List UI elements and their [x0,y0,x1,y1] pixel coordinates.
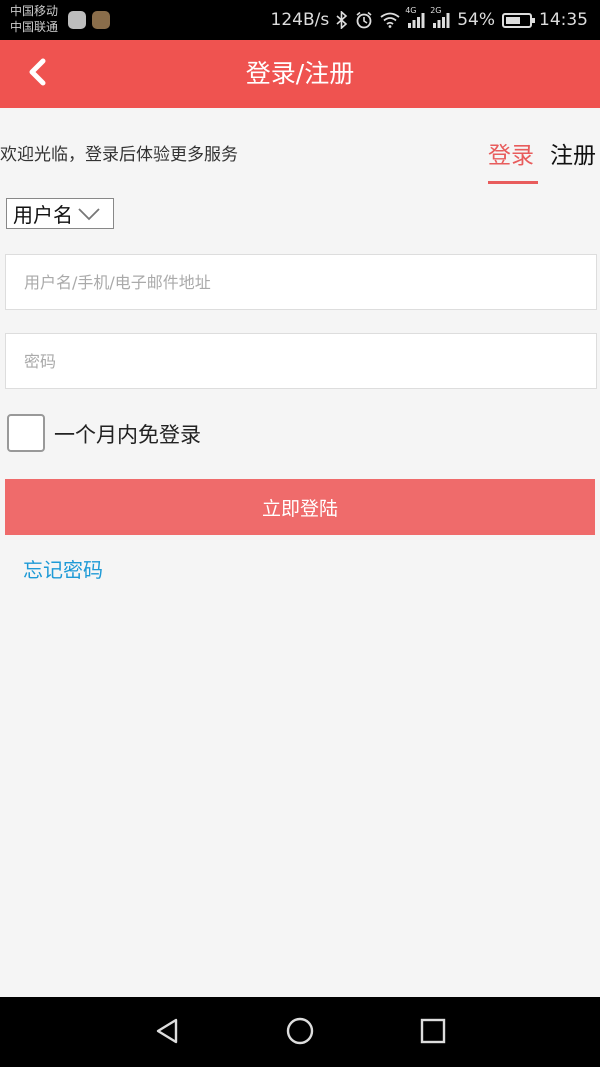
chevron-down-icon [77,202,101,226]
nav-back-button[interactable] [147,1013,187,1053]
bluetooth-icon [336,11,348,29]
username-input[interactable] [5,254,597,310]
signal-1-label: 4G [405,6,417,15]
system-nav-bar [0,997,600,1067]
recents-square-icon [420,1018,446,1048]
clock: 14:35 [539,10,588,30]
signal-icon: 2G [430,6,450,28]
chat-app-icon [68,11,86,29]
battery-percent: 54% [457,10,495,30]
nav-recents-button[interactable] [413,1013,453,1053]
remember-label: 一个月内免登录 [54,423,201,447]
game-app-icon [92,11,110,29]
status-bar: 中国移动 中国联通 124B/s 4G 2G 54% 14:35 [0,0,600,40]
carrier-1: 中国移动 [10,4,59,18]
carrier-2: 中国联通 [10,20,59,34]
page-title: 登录/注册 [245,59,355,88]
password-input[interactable] [5,333,597,389]
net-speed: 124B/s [270,10,330,30]
account-type-select[interactable]: 用户名 [6,198,114,229]
active-tab-indicator [488,181,538,184]
account-type-value: 用户名 [13,203,73,227]
carrier-info: 中国移动 中国联通 [10,3,58,35]
forgot-password-link[interactable]: 忘记密码 [23,554,103,583]
signal-icon: 4G [405,6,425,28]
battery-icon [502,12,535,28]
tab-login[interactable]: 登录 [488,136,534,170]
nav-home-button[interactable] [280,1013,320,1053]
login-button[interactable]: 立即登陆 [5,479,595,535]
alarm-icon [355,11,373,29]
remember-checkbox[interactable] [7,414,45,452]
welcome-text: 欢迎光临，登录后体验更多服务 [0,145,238,165]
tab-register[interactable]: 注册 [550,136,596,170]
wifi-icon [380,12,400,28]
signal-2-label: 2G [430,6,442,15]
home-circle-icon [285,1016,315,1050]
back-triangle-icon [154,1017,180,1049]
status-indicators: 124B/s 4G 2G 54% 14:35 [271,0,589,40]
app-header: 登录/注册 [0,40,600,108]
